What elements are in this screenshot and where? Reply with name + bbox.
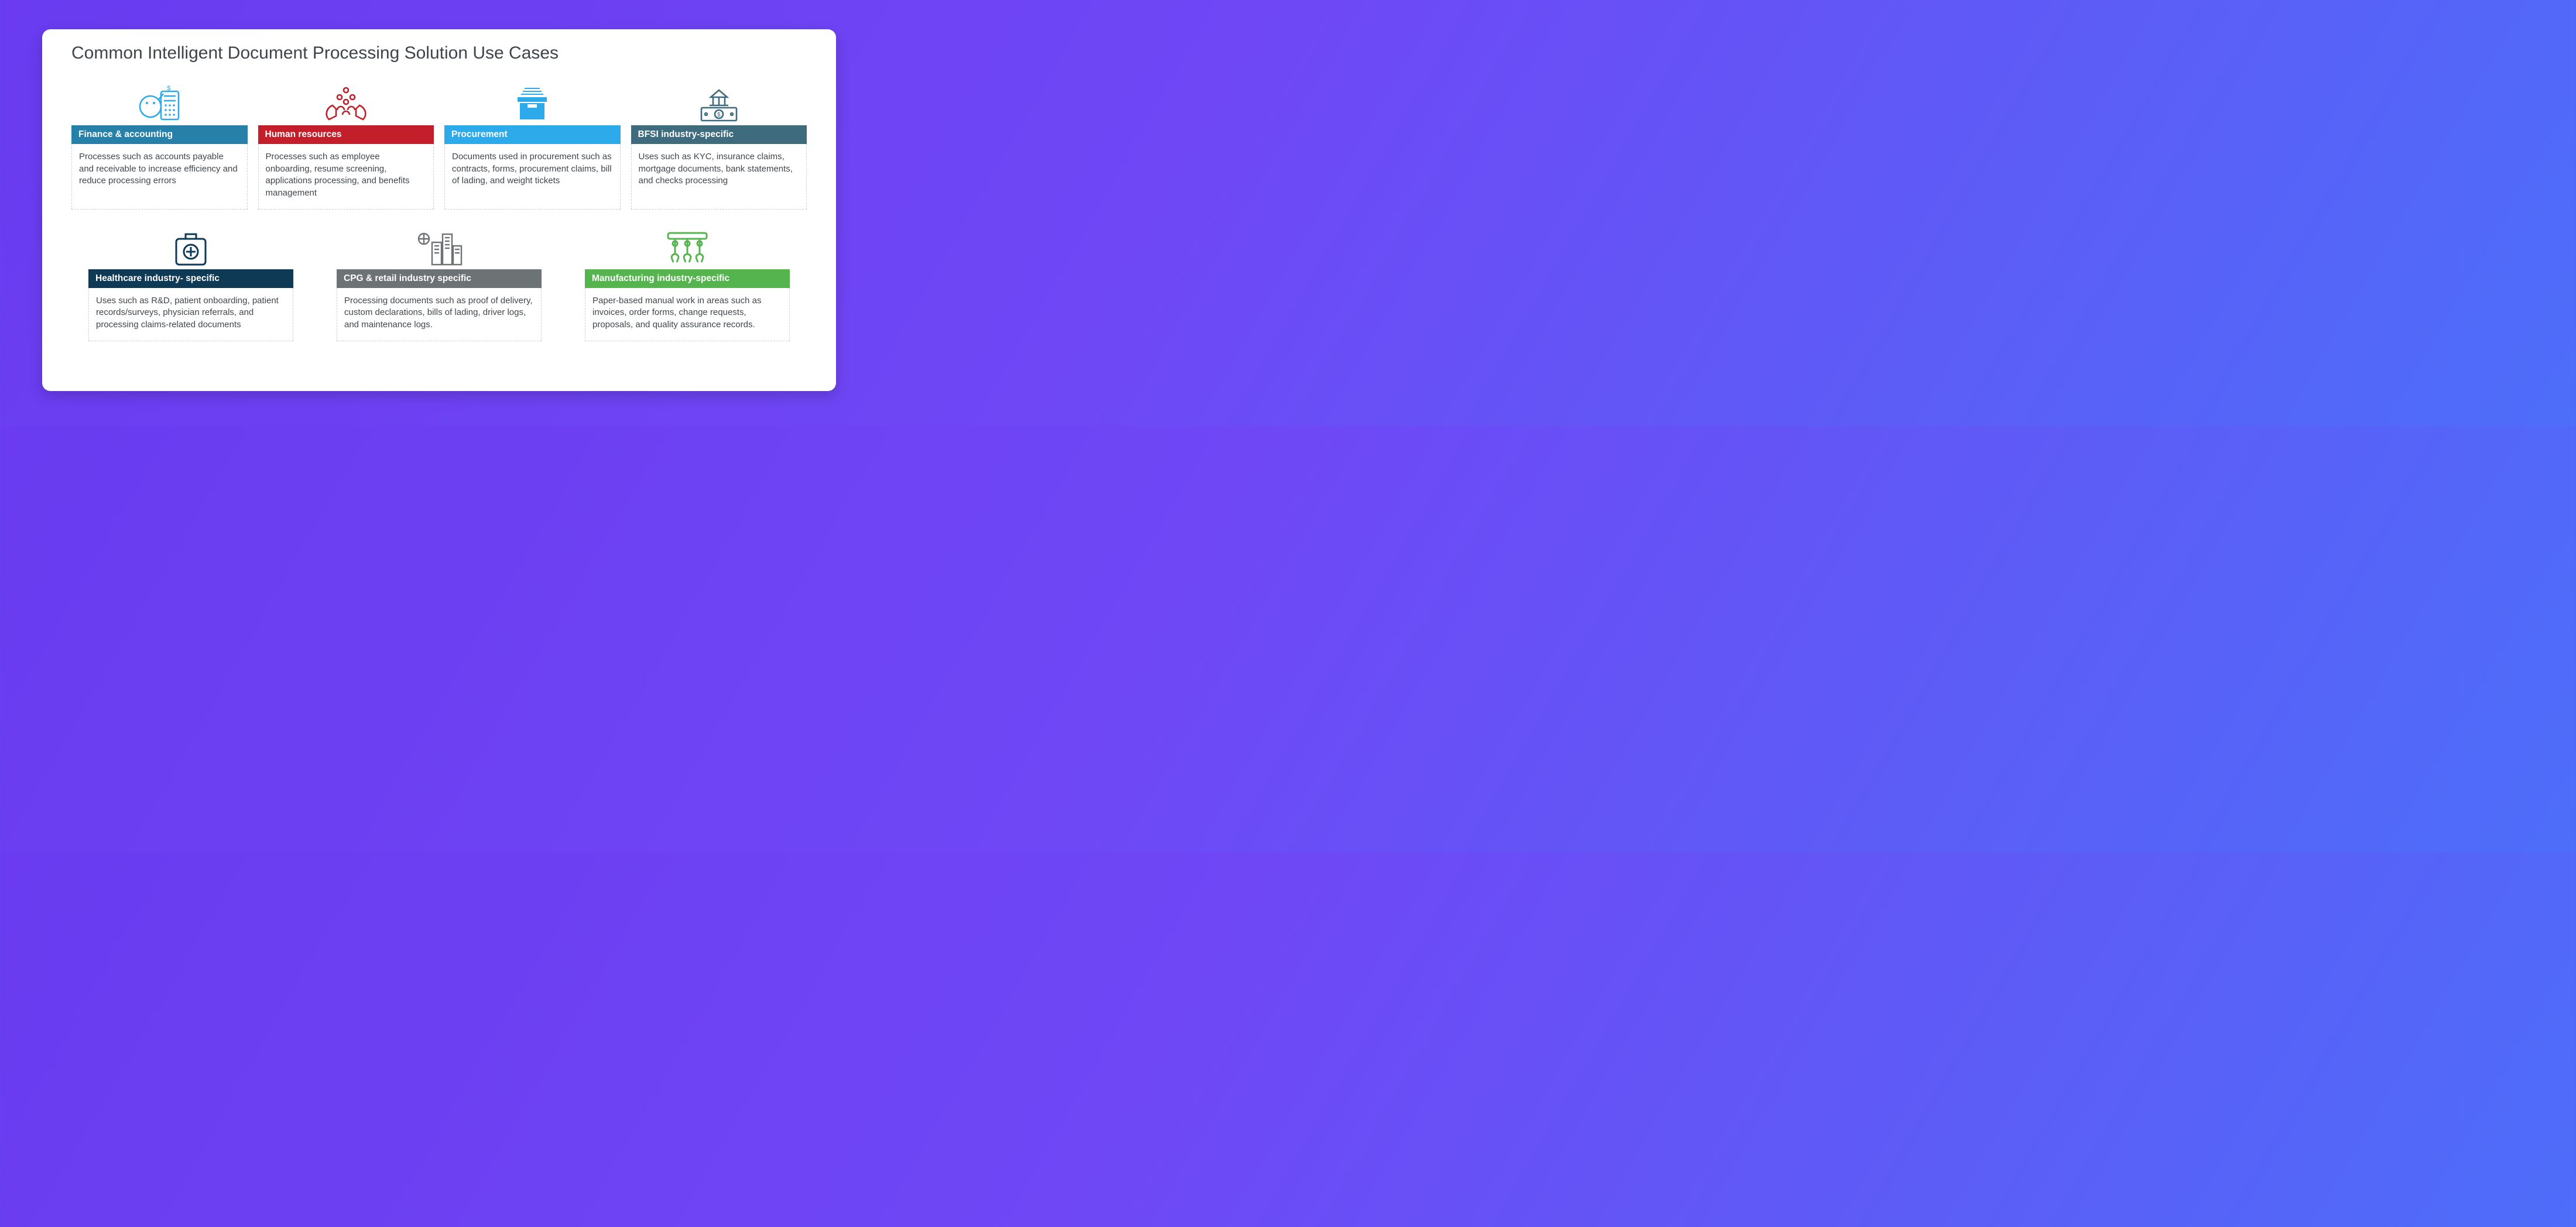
card-bfsi: $ BFSI industry-specific Uses such as KY…: [631, 80, 807, 210]
finance-icon: $: [71, 80, 248, 123]
card-header: BFSI industry-specific: [631, 125, 807, 144]
page-title: Common Intelligent Document Processing S…: [71, 43, 807, 63]
card-manufacturing: Manufacturing industry-specific Paper-ba…: [585, 224, 790, 341]
card-body: Processes such as employee onboarding, r…: [258, 144, 434, 210]
card-body: Uses such as R&D, patient onboarding, pa…: [88, 288, 293, 341]
card-header: Human resources: [258, 125, 434, 144]
card-header: CPG & retail industry specific: [337, 269, 542, 288]
card-row-2: Healthcare industry- specific Uses such …: [71, 224, 807, 341]
card-hr: Human resources Processes such as employ…: [258, 80, 434, 210]
card-body: Processes such as accounts payable and r…: [71, 144, 248, 210]
hr-icon: [258, 80, 434, 123]
svg-text:$: $: [167, 85, 170, 92]
card-header: Finance & accounting: [71, 125, 248, 144]
card-procurement: Procurement Documents used in procuremen…: [444, 80, 621, 210]
svg-text:$: $: [717, 112, 721, 118]
bfsi-icon: $: [631, 80, 807, 123]
card-healthcare: Healthcare industry- specific Uses such …: [88, 224, 293, 341]
healthcare-icon: [88, 224, 293, 267]
card-body: Processing documents such as proof of de…: [337, 288, 542, 341]
card-header: Healthcare industry- specific: [88, 269, 293, 288]
card-row-1: $ Finance & accounting Processes such as…: [71, 80, 807, 210]
manufacturing-icon: [585, 224, 790, 267]
card-body: Uses such as KYC, insurance claims, mort…: [631, 144, 807, 210]
card-header: Procurement: [444, 125, 621, 144]
card-retail: CPG & retail industry specific Processin…: [337, 224, 542, 341]
retail-icon: [337, 224, 542, 267]
card-body: Paper-based manual work in areas such as…: [585, 288, 790, 341]
card-finance: $ Finance & accounting Processes such as…: [71, 80, 248, 210]
card-body: Documents used in procurement such as co…: [444, 144, 621, 210]
procurement-icon: [444, 80, 621, 123]
content-panel: Common Intelligent Document Processing S…: [42, 29, 836, 391]
card-header: Manufacturing industry-specific: [585, 269, 790, 288]
